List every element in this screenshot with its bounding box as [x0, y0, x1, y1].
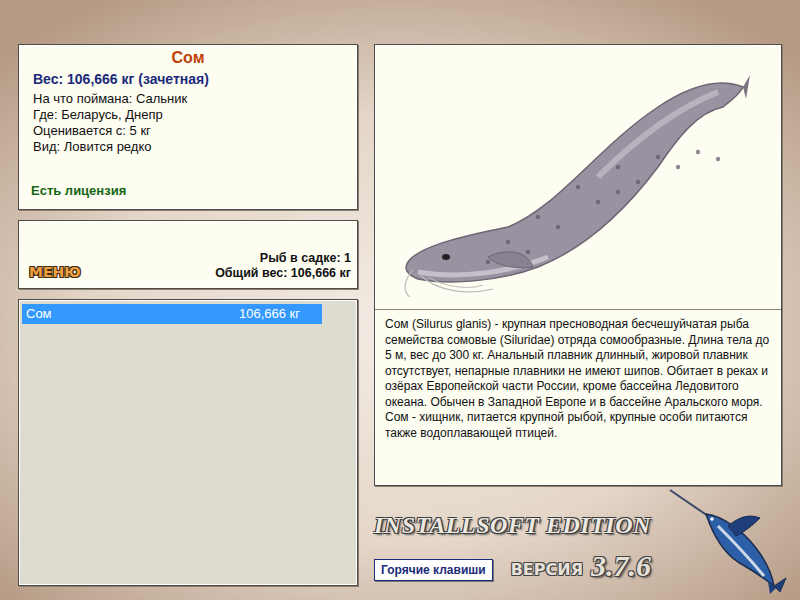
footer: INSTALLSOFT EDITION Горячие клавиши ВЕРСИЯ… [374, 486, 782, 600]
fish-weight: Вес: 106,666 кг (зачетная) [19, 67, 357, 91]
edition-logo: INSTALLSOFT EDITION [374, 512, 651, 539]
fish-count: Рыб в садке: 1 [260, 251, 351, 266]
catch-name: Сом [26, 306, 52, 321]
swordfish-icon [668, 486, 788, 594]
left-column: СомВес: 106,666 кг (зачетная)На что пойм… [18, 44, 358, 586]
keepnet-stats: Рыб в садке: 1Общий вес: 106,666 кг [215, 251, 351, 281]
hotkeys-button[interactable]: Горячие клавиши [374, 559, 493, 581]
keepnet-panel: МЕНЮ Рыб в садке: 1Общий вес: 106,666 кг [18, 220, 358, 289]
fish-detail: Где: Беларусь, Днепр [19, 107, 357, 123]
menu-button[interactable]: МЕНЮ [29, 264, 81, 281]
version-number: 3.7.6 [591, 549, 651, 583]
catch-screen: СомВес: 106,666 кг (зачетная)На что пойм… [0, 0, 800, 600]
fish-detail: Вид: Ловится редко [19, 139, 357, 155]
fish-description: Сом (Silurus glanis) - крупная пресновод… [375, 309, 781, 485]
fish-info-panel: Сом (Silurus glanis) - крупная пресновод… [374, 44, 782, 486]
catch-row[interactable]: Сом 106,666 кг [22, 304, 322, 324]
license-status: Есть лицензия [19, 183, 357, 209]
fish-name: Сом [19, 45, 357, 67]
catch-list: Сом 106,666 кг [18, 299, 358, 586]
catch-weight: 106,666 кг [239, 306, 300, 321]
fish-image [398, 57, 758, 297]
fish-card: СомВес: 106,666 кг (зачетная)На что пойм… [18, 44, 358, 210]
version-label: ВЕРСИЯ [511, 560, 583, 579]
total-weight: Общий вес: 106,666 кг [215, 266, 351, 281]
right-column: Сом (Silurus glanis) - крупная пресновод… [374, 44, 782, 600]
fish-detail: На что поймана: Сальник [19, 91, 357, 107]
fish-detail: Оценивается с: 5 кг [19, 123, 357, 139]
image-area [375, 45, 781, 309]
